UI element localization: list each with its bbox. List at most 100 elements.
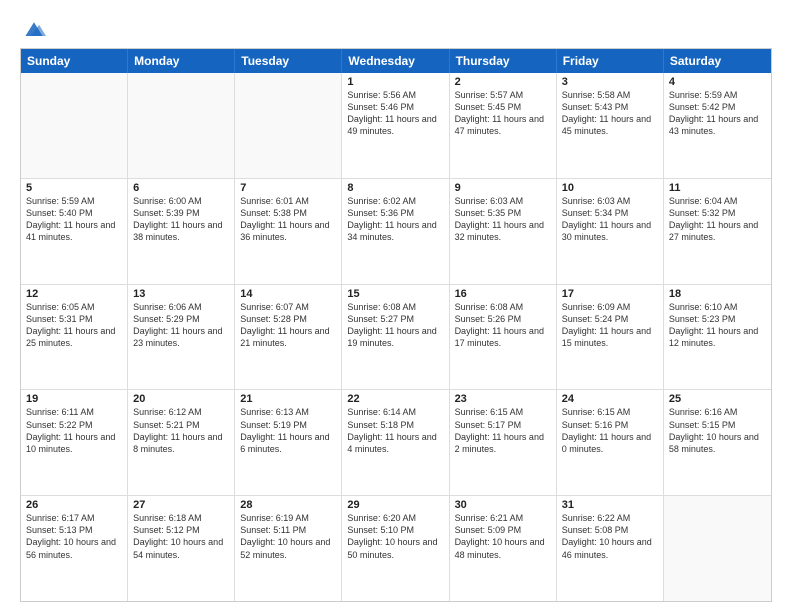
cell-info: Sunrise: 6:08 AM Sunset: 5:26 PM Dayligh…: [455, 301, 551, 350]
cell-info: Sunrise: 5:58 AM Sunset: 5:43 PM Dayligh…: [562, 89, 658, 138]
cell-info: Sunrise: 5:59 AM Sunset: 5:42 PM Dayligh…: [669, 89, 766, 138]
cell-info: Sunrise: 5:57 AM Sunset: 5:45 PM Dayligh…: [455, 89, 551, 138]
calendar-cell: [128, 73, 235, 178]
calendar-cell: 20Sunrise: 6:12 AM Sunset: 5:21 PM Dayli…: [128, 390, 235, 495]
calendar-body: 1Sunrise: 5:56 AM Sunset: 5:46 PM Daylig…: [21, 73, 771, 601]
cell-info: Sunrise: 6:18 AM Sunset: 5:12 PM Dayligh…: [133, 512, 229, 561]
cell-info: Sunrise: 6:00 AM Sunset: 5:39 PM Dayligh…: [133, 195, 229, 244]
calendar-week-row: 26Sunrise: 6:17 AM Sunset: 5:13 PM Dayli…: [21, 496, 771, 601]
calendar-cell: 12Sunrise: 6:05 AM Sunset: 5:31 PM Dayli…: [21, 285, 128, 390]
cell-info: Sunrise: 6:03 AM Sunset: 5:34 PM Dayligh…: [562, 195, 658, 244]
calendar-cell: 4Sunrise: 5:59 AM Sunset: 5:42 PM Daylig…: [664, 73, 771, 178]
calendar-cell: 3Sunrise: 5:58 AM Sunset: 5:43 PM Daylig…: [557, 73, 664, 178]
day-number: 12: [26, 288, 122, 300]
cell-info: Sunrise: 6:19 AM Sunset: 5:11 PM Dayligh…: [240, 512, 336, 561]
day-number: 28: [240, 499, 336, 511]
cell-info: Sunrise: 6:11 AM Sunset: 5:22 PM Dayligh…: [26, 406, 122, 455]
day-number: 22: [347, 393, 443, 405]
calendar-cell: 24Sunrise: 6:15 AM Sunset: 5:16 PM Dayli…: [557, 390, 664, 495]
day-number: 27: [133, 499, 229, 511]
day-number: 29: [347, 499, 443, 511]
cell-info: Sunrise: 6:02 AM Sunset: 5:36 PM Dayligh…: [347, 195, 443, 244]
calendar-cell: [235, 73, 342, 178]
day-number: 7: [240, 182, 336, 194]
cell-info: Sunrise: 6:15 AM Sunset: 5:16 PM Dayligh…: [562, 406, 658, 455]
logo-icon: [22, 18, 46, 42]
cell-info: Sunrise: 6:06 AM Sunset: 5:29 PM Dayligh…: [133, 301, 229, 350]
cell-info: Sunrise: 6:10 AM Sunset: 5:23 PM Dayligh…: [669, 301, 766, 350]
cell-info: Sunrise: 6:21 AM Sunset: 5:09 PM Dayligh…: [455, 512, 551, 561]
calendar-cell: 22Sunrise: 6:14 AM Sunset: 5:18 PM Dayli…: [342, 390, 449, 495]
calendar-cell: 25Sunrise: 6:16 AM Sunset: 5:15 PM Dayli…: [664, 390, 771, 495]
day-number: 11: [669, 182, 766, 194]
calendar-header-cell: Tuesday: [235, 49, 342, 73]
day-number: 8: [347, 182, 443, 194]
cell-info: Sunrise: 6:16 AM Sunset: 5:15 PM Dayligh…: [669, 406, 766, 455]
day-number: 16: [455, 288, 551, 300]
calendar-cell: 18Sunrise: 6:10 AM Sunset: 5:23 PM Dayli…: [664, 285, 771, 390]
calendar-header-cell: Saturday: [664, 49, 771, 73]
day-number: 10: [562, 182, 658, 194]
calendar-header-cell: Friday: [557, 49, 664, 73]
day-number: 21: [240, 393, 336, 405]
calendar-cell: 2Sunrise: 5:57 AM Sunset: 5:45 PM Daylig…: [450, 73, 557, 178]
calendar-cell: 14Sunrise: 6:07 AM Sunset: 5:28 PM Dayli…: [235, 285, 342, 390]
day-number: 20: [133, 393, 229, 405]
cell-info: Sunrise: 6:17 AM Sunset: 5:13 PM Dayligh…: [26, 512, 122, 561]
day-number: 17: [562, 288, 658, 300]
calendar-header-cell: Wednesday: [342, 49, 449, 73]
calendar-cell: 1Sunrise: 5:56 AM Sunset: 5:46 PM Daylig…: [342, 73, 449, 178]
calendar-cell: 7Sunrise: 6:01 AM Sunset: 5:38 PM Daylig…: [235, 179, 342, 284]
cell-info: Sunrise: 6:12 AM Sunset: 5:21 PM Dayligh…: [133, 406, 229, 455]
day-number: 25: [669, 393, 766, 405]
calendar-week-row: 5Sunrise: 5:59 AM Sunset: 5:40 PM Daylig…: [21, 179, 771, 285]
cell-info: Sunrise: 6:09 AM Sunset: 5:24 PM Dayligh…: [562, 301, 658, 350]
calendar-cell: 10Sunrise: 6:03 AM Sunset: 5:34 PM Dayli…: [557, 179, 664, 284]
calendar-week-row: 1Sunrise: 5:56 AM Sunset: 5:46 PM Daylig…: [21, 73, 771, 179]
cell-info: Sunrise: 6:08 AM Sunset: 5:27 PM Dayligh…: [347, 301, 443, 350]
calendar-cell: 9Sunrise: 6:03 AM Sunset: 5:35 PM Daylig…: [450, 179, 557, 284]
calendar-header-cell: Thursday: [450, 49, 557, 73]
cell-info: Sunrise: 6:04 AM Sunset: 5:32 PM Dayligh…: [669, 195, 766, 244]
calendar-cell: 30Sunrise: 6:21 AM Sunset: 5:09 PM Dayli…: [450, 496, 557, 601]
day-number: 19: [26, 393, 122, 405]
calendar-cell: 31Sunrise: 6:22 AM Sunset: 5:08 PM Dayli…: [557, 496, 664, 601]
calendar-cell: 8Sunrise: 6:02 AM Sunset: 5:36 PM Daylig…: [342, 179, 449, 284]
calendar-cell: 15Sunrise: 6:08 AM Sunset: 5:27 PM Dayli…: [342, 285, 449, 390]
calendar-cell: 26Sunrise: 6:17 AM Sunset: 5:13 PM Dayli…: [21, 496, 128, 601]
cell-info: Sunrise: 6:20 AM Sunset: 5:10 PM Dayligh…: [347, 512, 443, 561]
day-number: 9: [455, 182, 551, 194]
day-number: 4: [669, 76, 766, 88]
cell-info: Sunrise: 6:13 AM Sunset: 5:19 PM Dayligh…: [240, 406, 336, 455]
calendar-week-row: 19Sunrise: 6:11 AM Sunset: 5:22 PM Dayli…: [21, 390, 771, 496]
calendar-cell: 5Sunrise: 5:59 AM Sunset: 5:40 PM Daylig…: [21, 179, 128, 284]
day-number: 3: [562, 76, 658, 88]
page: SundayMondayTuesdayWednesdayThursdayFrid…: [0, 0, 792, 612]
calendar-header-cell: Sunday: [21, 49, 128, 73]
cell-info: Sunrise: 6:14 AM Sunset: 5:18 PM Dayligh…: [347, 406, 443, 455]
logo: [20, 18, 46, 40]
day-number: 15: [347, 288, 443, 300]
day-number: 1: [347, 76, 443, 88]
day-number: 5: [26, 182, 122, 194]
calendar-cell: 23Sunrise: 6:15 AM Sunset: 5:17 PM Dayli…: [450, 390, 557, 495]
cell-info: Sunrise: 6:03 AM Sunset: 5:35 PM Dayligh…: [455, 195, 551, 244]
day-number: 24: [562, 393, 658, 405]
cell-info: Sunrise: 5:56 AM Sunset: 5:46 PM Dayligh…: [347, 89, 443, 138]
day-number: 2: [455, 76, 551, 88]
cell-info: Sunrise: 6:22 AM Sunset: 5:08 PM Dayligh…: [562, 512, 658, 561]
calendar: SundayMondayTuesdayWednesdayThursdayFrid…: [20, 48, 772, 602]
day-number: 18: [669, 288, 766, 300]
calendar-cell: 13Sunrise: 6:06 AM Sunset: 5:29 PM Dayli…: [128, 285, 235, 390]
calendar-cell: [21, 73, 128, 178]
calendar-cell: [664, 496, 771, 601]
calendar-cell: 21Sunrise: 6:13 AM Sunset: 5:19 PM Dayli…: [235, 390, 342, 495]
calendar-cell: 6Sunrise: 6:00 AM Sunset: 5:39 PM Daylig…: [128, 179, 235, 284]
cell-info: Sunrise: 6:05 AM Sunset: 5:31 PM Dayligh…: [26, 301, 122, 350]
calendar-cell: 11Sunrise: 6:04 AM Sunset: 5:32 PM Dayli…: [664, 179, 771, 284]
cell-info: Sunrise: 6:07 AM Sunset: 5:28 PM Dayligh…: [240, 301, 336, 350]
calendar-header-cell: Monday: [128, 49, 235, 73]
cell-info: Sunrise: 6:01 AM Sunset: 5:38 PM Dayligh…: [240, 195, 336, 244]
calendar-cell: 27Sunrise: 6:18 AM Sunset: 5:12 PM Dayli…: [128, 496, 235, 601]
day-number: 26: [26, 499, 122, 511]
